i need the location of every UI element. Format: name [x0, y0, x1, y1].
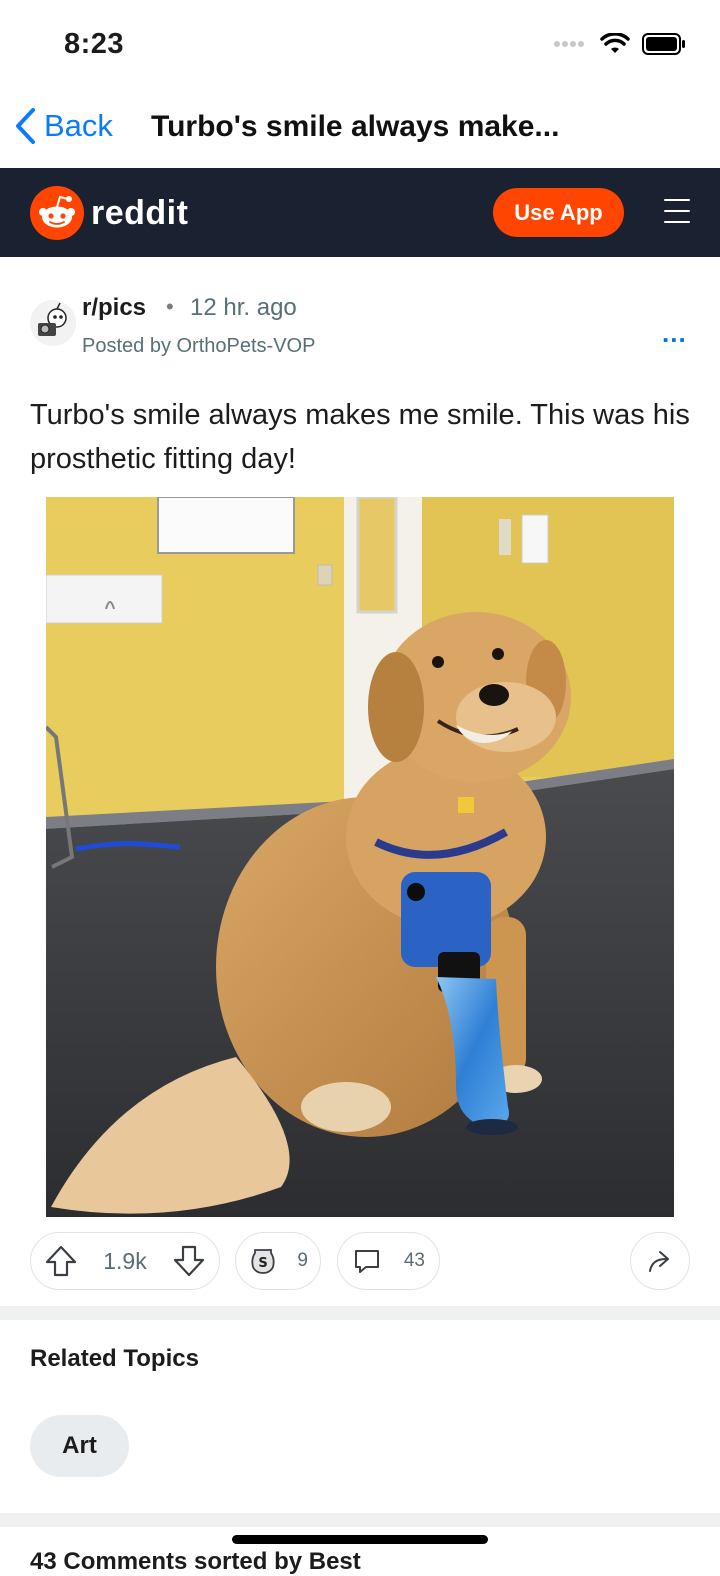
use-app-button[interactable]: Use App: [493, 188, 624, 237]
back-button[interactable]: Back: [14, 107, 113, 145]
vote-control: 1.9k: [30, 1232, 220, 1290]
comments-button[interactable]: 43: [337, 1232, 440, 1290]
post-actions: 1.9k S 9 43: [0, 1232, 720, 1292]
section-divider: [0, 1513, 720, 1527]
post-header: r/pics • 12 hr. ago Posted by OrthoPets-…: [0, 290, 720, 370]
meta-separator: •: [166, 294, 174, 319]
share-icon: [649, 1251, 669, 1272]
more-options-icon[interactable]: ...: [662, 318, 687, 349]
post-title: Turbo's smile always makes me smile. Thi…: [30, 399, 690, 475]
status-bar: 8:23: [0, 0, 720, 95]
comments-sort-bar[interactable]: 43 Comments sorted by Best: [30, 1548, 361, 1576]
comment-icon: [355, 1250, 379, 1273]
related-topics-heading: Related Topics: [30, 1345, 199, 1372]
subreddit-avatar[interactable]: [30, 300, 76, 346]
section-divider: [0, 1306, 720, 1320]
subreddit-link[interactable]: r/pics: [82, 294, 146, 322]
post-image[interactable]: [46, 497, 674, 1217]
post-age: 12 hr. ago: [190, 294, 297, 321]
award-icon: S: [251, 1249, 275, 1274]
vote-count: 1.9k: [103, 1247, 147, 1274]
snoo-icon: [30, 186, 84, 240]
award-button[interactable]: S 9: [235, 1232, 321, 1290]
award-count: 9: [297, 1250, 308, 1271]
reddit-header: reddit Use App: [0, 168, 720, 257]
reddit-logo[interactable]: reddit: [29, 185, 188, 241]
nav-title: Turbo's smile always make...: [151, 110, 560, 143]
signal-icon: [554, 41, 584, 47]
wifi-icon: [600, 33, 630, 53]
topic-chip-art[interactable]: Art: [30, 1415, 129, 1477]
comment-count: 43: [403, 1250, 425, 1271]
home-indicator: [232, 1535, 488, 1544]
downvote-icon[interactable]: [171, 1243, 207, 1279]
status-time: 8:23: [64, 28, 125, 60]
reddit-wordmark: reddit: [91, 193, 189, 232]
posted-by[interactable]: Posted by OrthoPets-VOP: [82, 335, 315, 358]
svg-text:S: S: [258, 1256, 267, 1271]
share-button[interactable]: [630, 1232, 690, 1290]
status-icons: [554, 33, 686, 55]
back-label: Back: [44, 108, 113, 143]
dog-photo: [46, 497, 674, 1217]
camera-mascot-icon: [30, 300, 76, 346]
navigation-bar: Back Turbo's smile always make...: [0, 95, 720, 168]
menu-icon[interactable]: [664, 199, 690, 232]
battery-icon: [642, 33, 685, 55]
upvote-icon[interactable]: [43, 1243, 79, 1279]
chevron-left-icon: [16, 108, 35, 144]
